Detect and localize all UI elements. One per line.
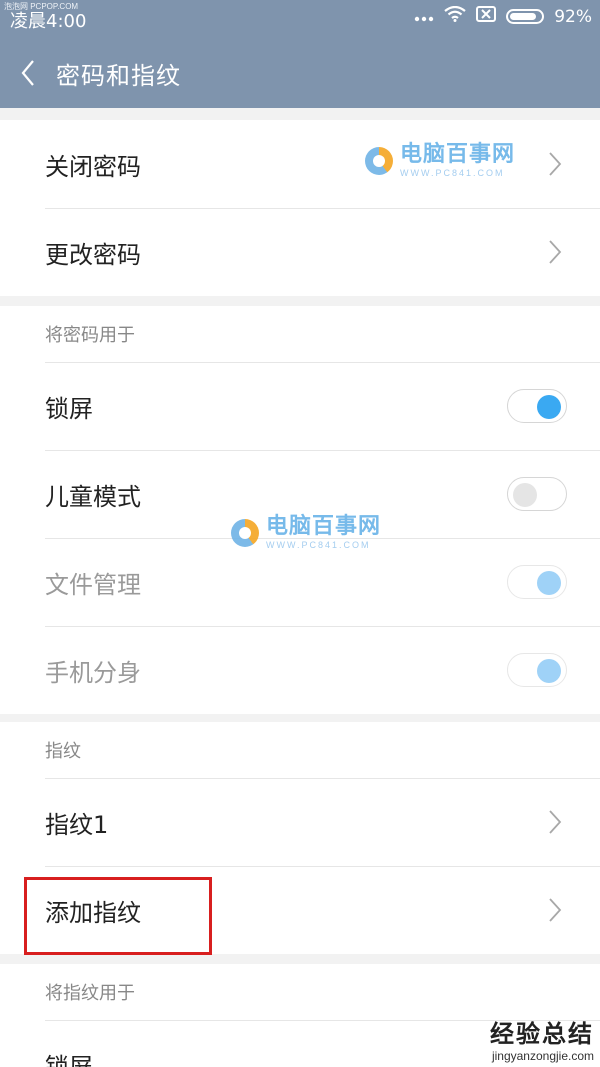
pc841-watermark: 电脑百事网 WWW.PC841.COM (362, 144, 515, 178)
lock-screen-toggle[interactable] (507, 389, 567, 423)
section-header: 指纹 (0, 722, 600, 778)
row-file-manager: 文件管理 (0, 538, 600, 626)
toggle-knob (537, 395, 561, 419)
chevron-right-icon (548, 239, 562, 265)
pc841-logo-icon (228, 516, 262, 550)
chevron-right-icon (548, 897, 562, 923)
status-time: 凌晨4:00 (10, 11, 87, 32)
row-lock-screen[interactable]: 锁屏 (0, 362, 600, 450)
jingyan-watermark: 经验总结 jingyanzongjie.com (490, 1014, 594, 1063)
row-label: 儿童模式 (45, 482, 141, 511)
chevron-right-icon (548, 809, 562, 835)
app-header: 泡泡网 PCPOP.COM 凌晨4:00 92% 密码和指纹 (0, 0, 600, 108)
chevron-left-icon (21, 60, 34, 86)
watermark-url: WWW.PC841.COM (400, 168, 505, 178)
battery-fill (510, 13, 537, 20)
highlight-box (24, 877, 212, 955)
watermark-name: 电脑百事网 (266, 514, 382, 539)
row-label: 关闭密码 (45, 152, 141, 181)
toggle-knob (537, 571, 561, 595)
more-dots-icon (414, 7, 434, 27)
row-fingerprint-1[interactable]: 指纹1 (0, 778, 600, 866)
section-header-text: 将密码用于 (45, 325, 135, 346)
battery-percent: 92% (554, 6, 592, 27)
file-manager-toggle (507, 565, 567, 599)
row-label: 手机分身 (45, 658, 141, 687)
chevron-right-icon (548, 151, 562, 177)
row-second-space: 手机分身 (0, 626, 600, 714)
row-label: 文件管理 (45, 570, 141, 599)
second-space-toggle (507, 653, 567, 687)
watermark-name: 经验总结 (490, 1020, 594, 1048)
status-icons: 92% (414, 5, 592, 27)
battery-icon (506, 9, 545, 24)
no-sim-icon (476, 6, 497, 27)
pc841-logo-icon (362, 144, 396, 178)
row-label: 锁屏 (45, 1052, 93, 1067)
row-label: 锁屏 (45, 394, 93, 423)
section-header-text: 指纹 (45, 741, 81, 762)
toggle-knob (513, 483, 537, 507)
pc841-watermark: 电脑百事网 WWW.PC841.COM (228, 516, 381, 550)
use-password-section: 将密码用于 锁屏 儿童模式 文件管理 手机分身 (0, 306, 600, 714)
row-change-password[interactable]: 更改密码 (0, 208, 600, 296)
row-label: 更改密码 (45, 240, 141, 269)
row-label: 指纹1 (45, 810, 109, 839)
title-row: 密码和指纹 (0, 46, 600, 100)
wifi-icon (444, 5, 466, 27)
page-title: 密码和指纹 (56, 61, 181, 90)
watermark-url: WWW.PC841.COM (266, 540, 371, 550)
section-header-text: 将指纹用于 (45, 983, 135, 1004)
section-header: 将密码用于 (0, 306, 600, 362)
watermark-url: jingyanzongjie.com (491, 1049, 594, 1063)
section-header: 将指纹用于 (0, 964, 600, 1020)
kids-mode-toggle[interactable] (507, 477, 567, 511)
back-button[interactable] (0, 59, 56, 87)
toggle-knob (537, 659, 561, 683)
watermark-name: 电脑百事网 (400, 142, 516, 167)
